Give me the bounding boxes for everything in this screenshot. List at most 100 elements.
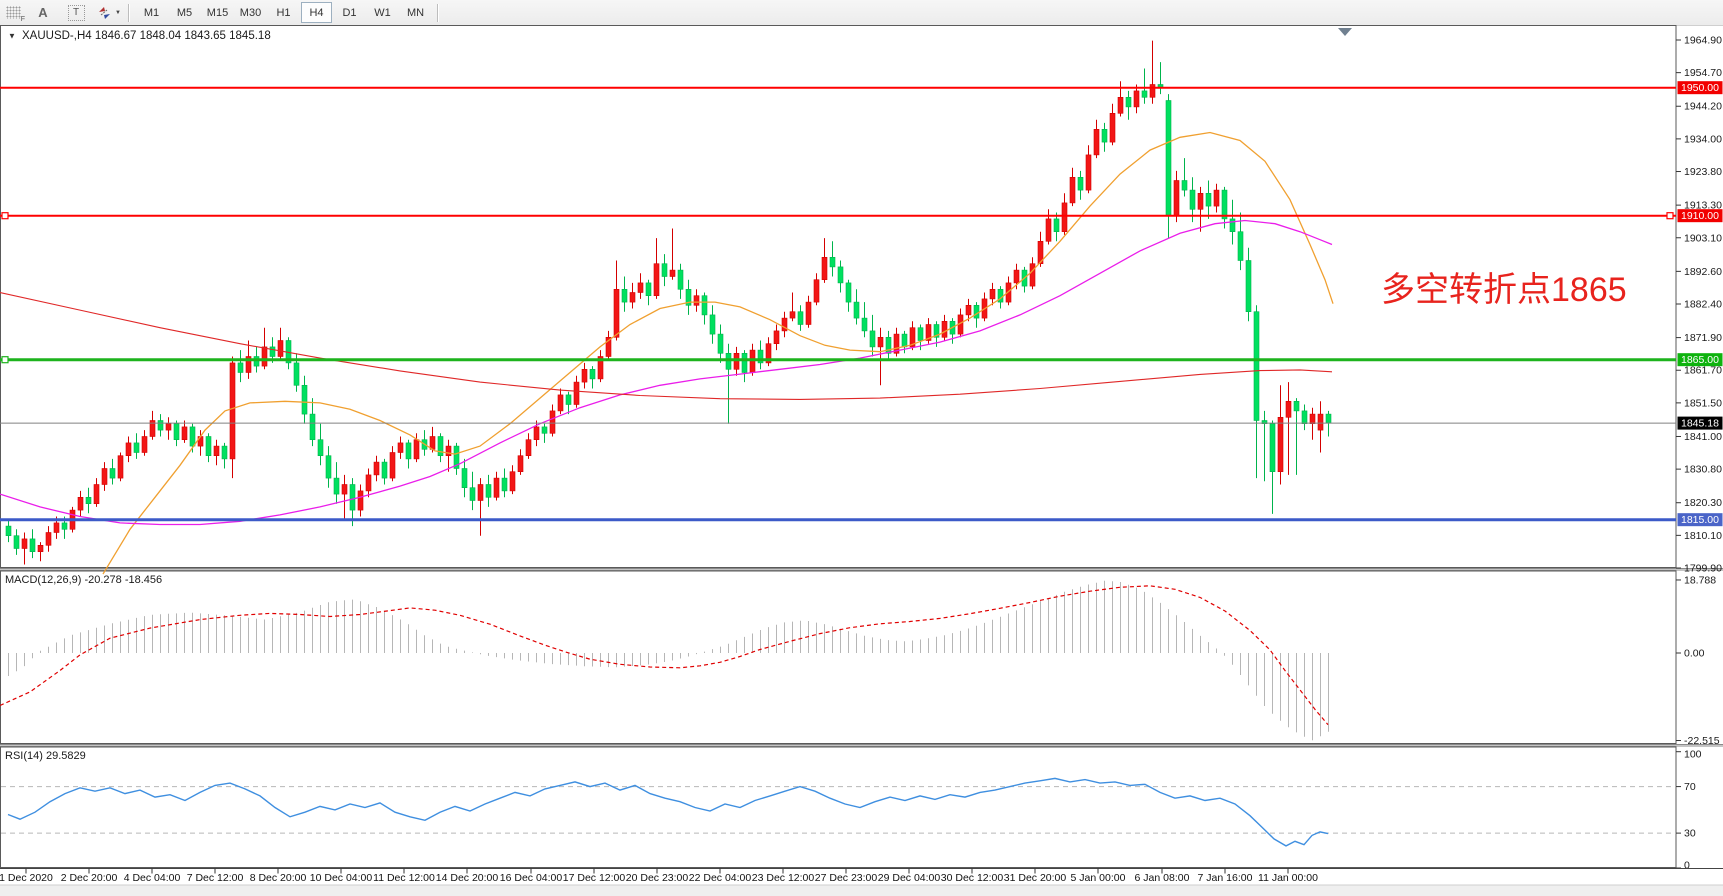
timeframe-d1-button[interactable]: D1 <box>334 2 365 23</box>
time-tick-label: 17 Dec 12:00 <box>563 872 626 884</box>
candle <box>46 533 51 546</box>
time-tick-label: 7 Jan 16:00 <box>1198 872 1253 884</box>
price-badge-label: 1865.00 <box>1681 354 1719 366</box>
candle <box>670 270 675 276</box>
macd-panel-frame <box>1 571 1677 744</box>
candle <box>310 414 315 440</box>
timeframe-h1-button[interactable]: H1 <box>268 2 299 23</box>
line-handle-icon[interactable] <box>2 357 8 363</box>
chart-shift-marker-icon[interactable] <box>1338 28 1352 36</box>
timeframe-mn-button[interactable]: MN <box>400 2 431 23</box>
candle <box>582 369 587 382</box>
toolbar-separator <box>128 4 130 22</box>
time-axis[interactable]: 1 Dec 20202 Dec 20:004 Dec 04:007 Dec 12… <box>0 869 1723 885</box>
candle <box>1046 219 1051 241</box>
candle <box>94 485 99 504</box>
candle <box>1254 312 1259 421</box>
candle <box>854 302 859 318</box>
time-tick-label: 29 Dec 04:00 <box>878 872 941 884</box>
rsi-scale-label: 30 <box>1684 828 1696 840</box>
time-tick-label: 14 Dec 20:00 <box>436 872 499 884</box>
timeframe-m5-button[interactable]: M5 <box>169 2 200 23</box>
candle <box>438 437 443 456</box>
candle <box>902 334 907 347</box>
candle <box>838 267 843 283</box>
price-tick-label: 1820.30 <box>1684 497 1722 509</box>
candle <box>262 347 267 366</box>
annotation-text[interactable]: 多空转折点1865 <box>1381 271 1627 309</box>
candle <box>118 456 123 478</box>
time-tick-label: 11 Jan 00:00 <box>1258 872 1318 884</box>
candle <box>1230 219 1235 232</box>
candle <box>110 469 115 479</box>
candle <box>1270 424 1275 472</box>
candle <box>158 421 163 431</box>
candle <box>774 331 779 344</box>
price-tick-label: 1799.90 <box>1684 563 1722 575</box>
timeframe-m1-button[interactable]: M1 <box>136 2 167 23</box>
candle <box>1166 101 1171 216</box>
macd-label: MACD(12,26,9) -20.278 -18.456 <box>5 574 162 586</box>
line-handle-icon[interactable] <box>2 213 8 219</box>
time-tick-label: 8 Dec 20:00 <box>250 872 307 884</box>
timeframe-m15-button[interactable]: M15 <box>202 2 233 23</box>
text-label-tool-button[interactable]: T <box>63 2 89 23</box>
candle <box>966 305 971 315</box>
price-tick-label: 1892.60 <box>1684 266 1722 278</box>
candle <box>918 328 923 341</box>
chart-canvas[interactable]: ▼ XAUUSD-,H4 1846.67 1848.04 1843.65 184… <box>0 25 1723 896</box>
candle <box>1014 270 1019 283</box>
arrows-tool-button[interactable]: ▼ <box>96 2 122 23</box>
rsi-scale-label: 100 <box>1684 749 1702 761</box>
trading-terminal: F A T ▼ M1 M5 M15 M30 H1 H4 D1 W1 MN ▼ X… <box>0 0 1723 896</box>
candle <box>174 424 179 440</box>
candle <box>846 283 851 302</box>
symbol-dropdown-icon[interactable]: ▼ <box>8 32 16 41</box>
candle <box>1118 97 1123 113</box>
candle <box>230 363 235 459</box>
candle <box>1174 181 1179 216</box>
line-handle-icon[interactable] <box>1667 213 1673 219</box>
toolbar-grip-icon: F <box>6 6 21 19</box>
arrow-objects-icon <box>97 6 112 20</box>
time-tick-label: 1 Dec 2020 <box>0 872 53 884</box>
candle <box>574 382 579 404</box>
candle <box>814 280 819 302</box>
candle <box>558 395 563 411</box>
candle <box>1294 401 1299 411</box>
price-tick-label: 1861.70 <box>1684 365 1722 377</box>
candle <box>1030 264 1035 286</box>
timeframe-m30-button[interactable]: M30 <box>235 2 266 23</box>
price-tick-label: 1830.80 <box>1684 464 1722 476</box>
time-tick-label: 2 Dec 20:00 <box>61 872 118 884</box>
candle <box>750 350 755 372</box>
candle <box>494 478 499 497</box>
toolbar: F A T ▼ M1 M5 M15 M30 H1 H4 D1 W1 MN <box>0 0 1723 26</box>
toolbar-separator <box>437 4 439 22</box>
candle <box>1190 190 1195 209</box>
timeframe-w1-button[interactable]: W1 <box>367 2 398 23</box>
macd-panel: MACD(12,26,9) -20.278 -18.45618.7880.00-… <box>0 574 1720 747</box>
candle <box>1094 129 1099 155</box>
candle <box>470 488 475 501</box>
candle <box>638 283 643 293</box>
symbol-ohlc-header: XAUUSD-,H4 1846.67 1848.04 1843.65 1845.… <box>22 30 271 42</box>
candle <box>6 526 11 536</box>
rsi-label: RSI(14) 29.5829 <box>5 750 86 762</box>
candle <box>1134 91 1139 107</box>
price-tick-label: 1954.70 <box>1684 67 1722 79</box>
candle <box>702 296 707 315</box>
timeframe-h4-button[interactable]: H4 <box>301 2 332 23</box>
font-a-icon: A <box>38 5 47 20</box>
price-tick-label: 1934.00 <box>1684 133 1722 145</box>
candle <box>182 427 187 440</box>
time-tick-label: 11 Dec 12:00 <box>373 872 435 884</box>
candle <box>406 443 411 459</box>
candle <box>358 491 363 510</box>
candle <box>726 353 731 369</box>
candle <box>86 497 91 503</box>
candle <box>350 485 355 511</box>
price-badge-label: 1910.00 <box>1681 210 1719 222</box>
time-tick-label: 22 Dec 04:00 <box>689 872 752 884</box>
font-tool-button[interactable]: A <box>30 2 56 23</box>
